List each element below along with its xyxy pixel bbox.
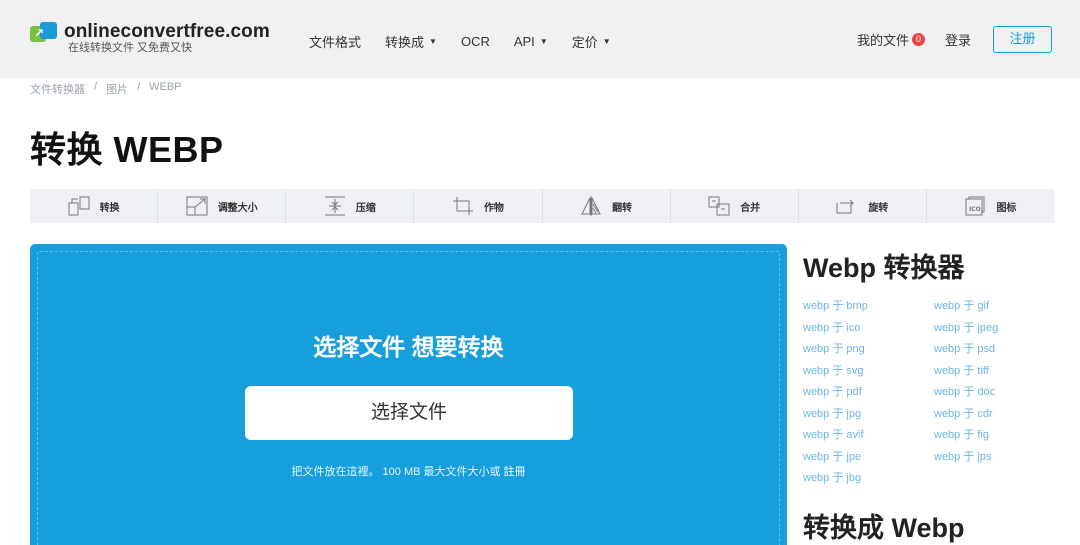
converter-link[interactable]: webp 于 png (803, 340, 865, 356)
chevron-down-icon: ▼ (539, 37, 548, 46)
nav-file-formats[interactable]: 文件格式 (309, 32, 361, 51)
upload-title: 选择文件 想要转换 (313, 334, 504, 360)
converter-link[interactable]: webp 于 fig (934, 426, 989, 442)
flip-icon (581, 196, 601, 216)
logo-name: onlineconvertfree.com (64, 21, 270, 42)
breadcrumb-item[interactable]: 文件转换器 (30, 81, 85, 97)
converter-link[interactable]: webp 于 psd (934, 340, 995, 356)
converter-link[interactable]: webp 于 jbg (803, 469, 861, 485)
choose-file-button[interactable]: 选择文件 (245, 386, 573, 440)
converter-link[interactable]: webp 于 avif (803, 426, 864, 442)
rotate-icon (836, 199, 855, 214)
converter-link[interactable]: webp 于 jpg (803, 405, 861, 421)
file-count-badge: 0 (911, 33, 925, 46)
tool-ico[interactable]: ICO 图标 (927, 189, 1054, 223)
breadcrumb-current: WEBP (149, 81, 182, 93)
breadcrumb: 文件转换器 / 图片 / WEBP (30, 81, 182, 97)
svg-text:ICO: ICO (969, 206, 981, 213)
tool-flip[interactable]: 翻转 (543, 189, 671, 223)
tool-crop[interactable]: 作物 (414, 189, 543, 223)
converter-link[interactable]: webp 于 pdf (803, 383, 862, 399)
site-logo[interactable]: ↗ onlineconvertfree.com 在线转换文件 又免费又快 (30, 22, 270, 55)
converter-link[interactable]: webp 于 jpeg (934, 319, 998, 335)
converter-link[interactable]: webp 于 jps (934, 448, 991, 464)
site-header: ↗ onlineconvertfree.com 在线转换文件 又免费又快 文件格… (0, 0, 1080, 78)
tool-compress[interactable]: 压缩 (286, 189, 415, 223)
logo-icon: ↗ (30, 22, 58, 44)
account-nav: 我的文件 0 登录 注册 (857, 26, 1052, 53)
tool-rotate[interactable]: 旋转 (799, 189, 927, 223)
main-nav: 文件格式 转换成 ▼ OCR API ▼ 定价 ▼ (309, 32, 635, 51)
converter-link[interactable]: webp 于 ico (803, 319, 860, 335)
tool-merge[interactable]: 合并 (671, 189, 799, 223)
compress-icon (324, 196, 345, 216)
page-title: 转换 WEBP (30, 129, 224, 170)
crop-icon (452, 197, 473, 215)
upload-note: 把文件放在這裡。 100 MB 最大文件大小或 註冊 (291, 466, 526, 478)
nav-convert-to[interactable]: 转换成 ▼ (385, 32, 437, 51)
converter-link[interactable]: webp 于 doc (934, 383, 995, 399)
chevron-down-icon: ▼ (602, 37, 611, 46)
convert-to-title: 转换成 Webp (803, 513, 965, 543)
converter-link[interactable]: webp 于 tiff (934, 362, 989, 378)
converter-list-title: Webp 转换器 (803, 253, 965, 283)
logo-tagline: 在线转换文件 又免费又快 (68, 42, 193, 54)
resize-icon (186, 196, 208, 216)
register-link[interactable]: 註冊 (504, 466, 526, 478)
converter-link[interactable]: webp 于 bmp (803, 297, 868, 313)
chevron-down-icon: ▼ (429, 37, 437, 46)
nav-ocr[interactable]: OCR (461, 32, 490, 51)
converter-link[interactable]: webp 于 gif (934, 297, 989, 313)
login-link[interactable]: 登录 (945, 30, 971, 49)
upload-dropzone[interactable]: 选择文件 想要转换 选择文件 把文件放在這裡。 100 MB 最大文件大小或 註冊 (30, 244, 787, 545)
tools-bar: 转换 调整大小 压缩 作物 翻转 合并 旋转 ICO 图标 (30, 189, 1054, 223)
converter-link[interactable]: webp 于 jpe (803, 448, 861, 464)
breadcrumb-item[interactable]: 图片 (106, 81, 128, 97)
nav-pricing[interactable]: 定价 ▼ (572, 32, 611, 51)
tool-resize[interactable]: 调整大小 (158, 189, 287, 223)
my-files-link[interactable]: 我的文件 0 (857, 30, 925, 49)
converter-link[interactable]: webp 于 svg (803, 362, 864, 378)
nav-api[interactable]: API ▼ (514, 32, 548, 51)
converter-link[interactable]: webp 于 cdr (934, 405, 993, 421)
ico-icon: ICO (965, 196, 985, 216)
tool-convert[interactable]: 转换 (30, 189, 159, 223)
merge-icon (708, 196, 730, 216)
convert-icon (68, 196, 90, 216)
register-button[interactable]: 注册 (993, 26, 1052, 53)
